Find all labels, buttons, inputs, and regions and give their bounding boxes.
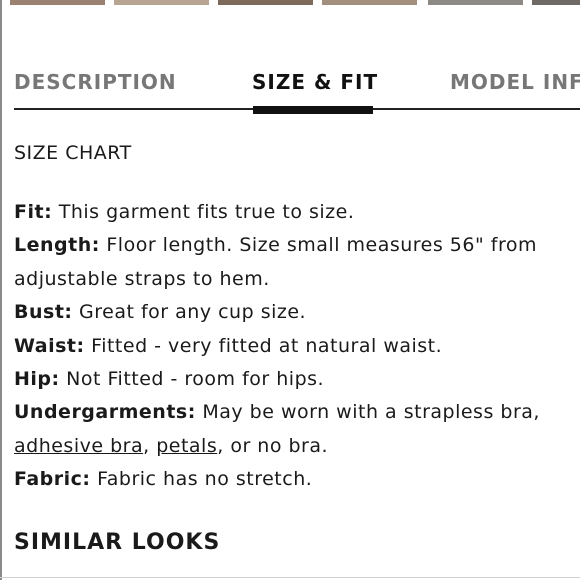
separator-text: , <box>143 434 157 457</box>
waist-text: Fitted - very fitted at natural waist. <box>84 334 443 357</box>
bust-text: Great for any cup size. <box>72 301 307 324</box>
undergarments-row: Undergarments: May be worn with a strapl… <box>14 396 574 429</box>
undergarments-text: May be worn with a strapless bra, <box>195 401 540 424</box>
fabric-row: Fabric: Fabric has no stretch. <box>14 463 574 496</box>
undergarments-row-continued: adhesive bra, petals, or no bra. <box>14 430 574 463</box>
bust-row: Bust: Great for any cup size. <box>14 296 574 329</box>
tab-model-info[interactable]: MODEL INF <box>450 70 580 94</box>
hip-text: Not Fitted - room for hips. <box>59 368 325 391</box>
length-row-continued: adjustable straps to hem. <box>14 263 574 296</box>
bottom-divider <box>0 577 580 578</box>
length-text: Floor length. Size small measures 56" fr… <box>99 234 537 257</box>
waist-label: Waist: <box>14 334 85 357</box>
fit-details: Fit: This garment fits true to size. Len… <box>14 196 574 497</box>
length-row: Length: Floor length. Size small measure… <box>14 229 574 262</box>
fabric-text: Fabric has no stretch. <box>90 468 313 491</box>
petals-link[interactable]: petals <box>156 435 217 457</box>
fit-label: Fit: <box>14 201 53 223</box>
length-text-continued: adjustable straps to hem. <box>14 267 270 290</box>
undergarments-end-text: , or no bra. <box>217 434 329 457</box>
active-tab-indicator <box>253 106 373 114</box>
tab-description[interactable]: DESCRIPTION <box>14 70 177 94</box>
length-label: Length: <box>14 234 100 257</box>
tab-size-fit[interactable]: SIZE & FIT <box>252 70 378 94</box>
fit-text: This garment fits true to size. <box>52 201 355 223</box>
size-chart-link[interactable]: SIZE CHART <box>14 142 132 164</box>
adhesive-bra-link[interactable]: adhesive bra <box>14 435 143 457</box>
fabric-label: Fabric: <box>14 468 91 491</box>
bust-label: Bust: <box>14 301 73 324</box>
hip-label: Hip: <box>14 368 60 391</box>
thumbnail[interactable] <box>322 0 417 5</box>
undergarments-label: Undergarments: <box>14 401 196 424</box>
fit-row: Fit: This garment fits true to size. <box>14 196 574 229</box>
hip-row: Hip: Not Fitted - room for hips. <box>14 363 574 396</box>
thumbnail[interactable] <box>532 0 580 5</box>
thumbnail-strip <box>0 0 580 5</box>
waist-row: Waist: Fitted - very fitted at natural w… <box>14 330 574 363</box>
similar-looks-heading: SIMILAR LOOKS <box>14 530 221 555</box>
thumbnail[interactable] <box>218 0 313 5</box>
thumbnail[interactable] <box>428 0 523 5</box>
thumbnail[interactable] <box>114 0 209 5</box>
thumbnail[interactable] <box>10 0 105 5</box>
